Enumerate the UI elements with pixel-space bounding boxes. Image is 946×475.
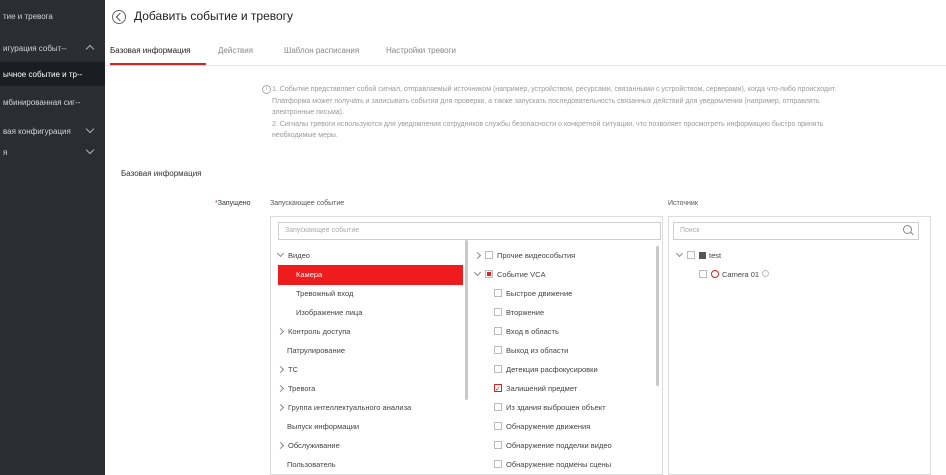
active-tab-indicator xyxy=(110,63,206,65)
tree-item-alarm-input[interactable]: Тревожный вход xyxy=(296,284,353,304)
tree-item-info-release[interactable]: Выпуск информации xyxy=(287,417,359,437)
trigger-label: *Запущено xyxy=(215,200,251,207)
checkbox[interactable] xyxy=(494,460,502,468)
sidebar-item-normal-event[interactable]: ычное событие и тр-- xyxy=(0,62,105,86)
checkbox[interactable] xyxy=(494,327,502,335)
checkbox[interactable] xyxy=(494,365,502,373)
search-icon[interactable] xyxy=(903,225,912,234)
event-column-label: Запускающее событие xyxy=(270,200,345,207)
tree-item-defocus[interactable]: Детекция расфокусировки xyxy=(494,360,598,380)
chevron-down-icon xyxy=(473,268,482,277)
chevron-right-icon xyxy=(276,327,285,336)
checkbox[interactable] xyxy=(494,289,502,297)
tab-bar: Базовая информация Действия Шаблон распи… xyxy=(105,38,946,66)
chevron-right-icon xyxy=(276,365,285,374)
checkbox[interactable] xyxy=(494,308,502,316)
info-note: i 1. Событие представляет собой сигнал, … xyxy=(262,84,922,142)
tab-alarm-settings[interactable]: Настройки тревоги xyxy=(386,46,456,55)
tree-item-intrusion[interactable]: Вторжение xyxy=(494,303,544,323)
tree-item-vca-event[interactable]: Событие VCA xyxy=(473,265,546,285)
chevron-down-icon xyxy=(85,145,95,155)
sidebar-item-event-alarm[interactable]: тие и тревога xyxy=(0,4,105,28)
section-title: Базовая информация xyxy=(121,169,202,178)
tree-item-other-video-events[interactable]: Прочие видеособытия xyxy=(473,246,575,266)
sidebar-item-label: ычное событие и тр-- xyxy=(3,69,83,79)
chevron-down-icon xyxy=(276,249,285,258)
checkbox[interactable] xyxy=(485,251,493,259)
site-icon xyxy=(699,252,706,259)
chevron-down-icon xyxy=(85,124,95,134)
page-title: Добавить событие и тревогу xyxy=(134,9,294,23)
chevron-right-icon xyxy=(473,251,482,260)
chevron-down-icon xyxy=(675,249,684,258)
tree-item-maintenance[interactable]: Обслуживание xyxy=(276,436,340,456)
tree-item-camera[interactable]: Камера xyxy=(278,265,463,285)
chevron-right-icon xyxy=(276,441,285,450)
sidebar-item-event-config[interactable]: игурация событ-- xyxy=(0,36,105,60)
event-search-input[interactable]: Запускающее событие xyxy=(278,222,661,240)
tree-item-scene-change[interactable]: Обнаружение подмены сцены xyxy=(494,455,611,475)
checkbox[interactable] xyxy=(494,422,502,430)
tab-actions[interactable]: Действия xyxy=(218,46,253,55)
tree-item-region-exit[interactable]: Выход из области xyxy=(494,341,568,361)
tree-item-patrol[interactable]: Патрулирование xyxy=(287,341,345,361)
tree-item-motion-detection[interactable]: Обнаружение движения xyxy=(494,417,590,437)
sidebar-item-other[interactable]: я xyxy=(0,140,105,164)
chevron-up-icon xyxy=(85,44,95,54)
tree-item-analysis-group[interactable]: Группа интеллектуального анализа xyxy=(276,398,411,418)
info-icon: i xyxy=(262,85,271,94)
sidebar-item-combined-alarm[interactable]: мбинированная сиг-- xyxy=(0,90,105,114)
source-column-label: Источник xyxy=(668,200,698,207)
tree-item-unattended-object[interactable]: Залишений предмет xyxy=(494,379,577,400)
sidebar-item-label: тие и тревога xyxy=(3,11,53,21)
sidebar-item-label: мбинированная сиг-- xyxy=(3,97,81,107)
sidebar-item-label: я xyxy=(3,147,8,157)
sidebar-item-label: игурация событ-- xyxy=(3,43,67,53)
info-line: Платформа может получать и записывать со… xyxy=(272,97,820,105)
camera-icon xyxy=(711,270,719,278)
tree-item-fast-moving[interactable]: Быстрое движение xyxy=(494,284,572,304)
status-icon xyxy=(762,270,770,277)
scrollbar[interactable] xyxy=(465,240,468,400)
checkbox[interactable] xyxy=(687,251,695,259)
source-search-input[interactable]: Поиск xyxy=(673,222,919,240)
checkbox[interactable] xyxy=(494,403,502,411)
info-line: 2. Сигналы тревоги используются для увед… xyxy=(272,120,824,128)
tree-item-access-control[interactable]: Контроль доступа xyxy=(276,322,350,342)
tree-item-alarm[interactable]: Тревога xyxy=(276,379,315,399)
chevron-right-icon xyxy=(276,384,285,393)
scrollbar[interactable] xyxy=(656,246,659,386)
tree-item-test[interactable]: test xyxy=(675,246,721,266)
checkbox[interactable] xyxy=(494,441,502,449)
info-line: необходимые меры. xyxy=(272,132,338,139)
tab-basic-info[interactable]: Базовая информация xyxy=(110,46,191,55)
sidebar: тие и тревога игурация событ-- ычное соб… xyxy=(0,0,105,475)
checkbox[interactable] xyxy=(699,270,707,278)
back-button[interactable] xyxy=(112,10,126,24)
tab-schedule-template[interactable]: Шаблон расписания xyxy=(284,46,359,55)
tree-item-vehicle[interactable]: ТС xyxy=(276,360,298,380)
checkbox[interactable] xyxy=(494,346,502,354)
tree-item-user[interactable]: Пользователь xyxy=(287,455,336,475)
chevron-right-icon xyxy=(276,403,285,412)
checkbox-checked[interactable] xyxy=(494,380,502,400)
tree-item-camera-01[interactable]: Camera 01 xyxy=(699,265,770,285)
sidebar-item-label: вая конфигурация xyxy=(3,126,71,136)
tree-item-object-thrown[interactable]: Из здания выброшен объект xyxy=(494,398,606,418)
tree-item-video-tampering[interactable]: Обнаружение подделки видео xyxy=(494,436,612,456)
checkbox-partial[interactable] xyxy=(485,270,493,278)
info-line: 1. Событие представляет собой сигнал, от… xyxy=(272,86,837,93)
info-line: электронные письма). xyxy=(272,109,344,116)
tree-item-region-entrance[interactable]: Вход в область xyxy=(494,322,559,342)
tree-item-video[interactable]: Видео xyxy=(276,246,463,266)
tree-item-face-image[interactable]: Изображение лица xyxy=(296,303,362,323)
